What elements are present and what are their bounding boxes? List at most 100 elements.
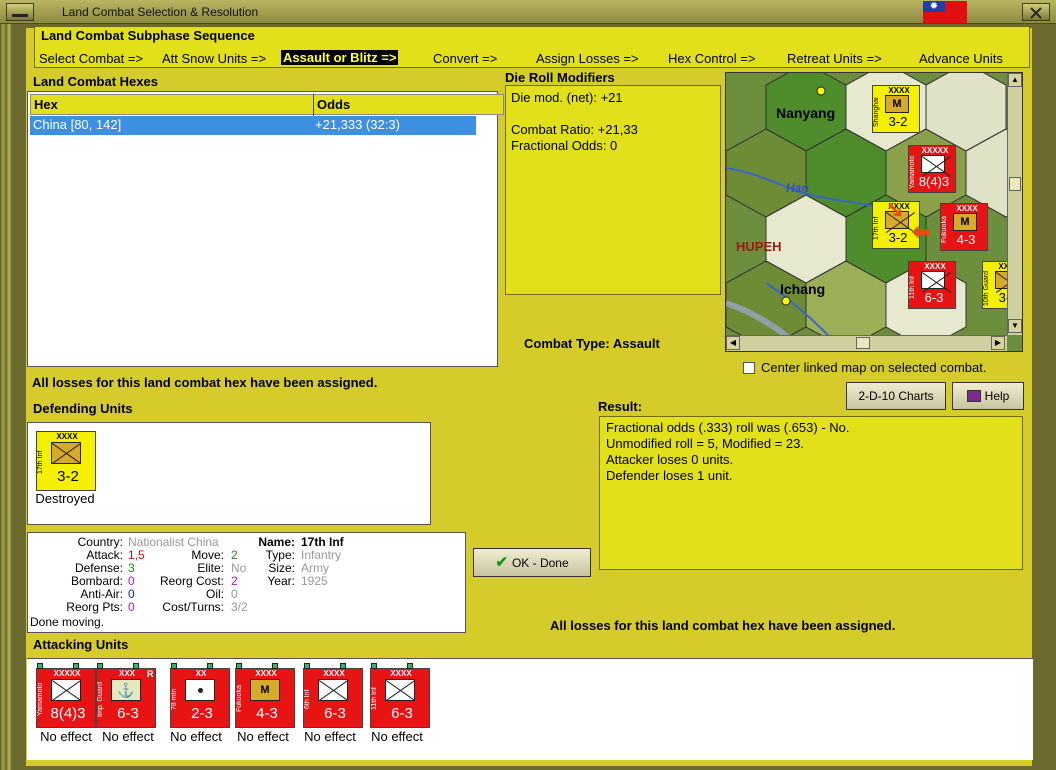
reorgpts-label: Reorg Pts:	[66, 600, 123, 614]
unit-info-panel: Country: Nationalist China Attack: 1,5 D…	[27, 532, 466, 633]
linked-map[interactable]: Nanyang Han HUPEH Ichang XXXX Shanghai M…	[725, 72, 1023, 352]
modifier-line: Fractional Odds: 0	[511, 138, 618, 153]
hex-cell: China [80, 142]	[33, 117, 122, 132]
title-bar[interactable]: Land Combat Selection & Resolution ✹	[0, 0, 1056, 24]
defending-units-title: Defending Units	[33, 401, 133, 416]
die-roll-modifiers-title: Die Roll Modifiers	[505, 70, 615, 85]
table-row[interactable]: China [80, 142] +21,333 (32:3)	[30, 116, 476, 135]
attacking-unit-counter[interactable]: XXXX 6th Inf 6-3	[303, 663, 363, 728]
help-label: Help	[984, 389, 1010, 403]
reorgcost-value: 2	[231, 574, 238, 588]
scroll-thumb[interactable]	[856, 337, 870, 349]
year-label: Year:	[267, 574, 295, 588]
step-convert[interactable]: Convert =>	[433, 51, 497, 66]
counter-strength: 6-3	[391, 705, 413, 722]
counter-size: XXXX	[924, 262, 946, 271]
map-horizontal-scrollbar[interactable]: ◀ ▶	[726, 335, 1007, 351]
step-retreat-units[interactable]: Retreat Units =>	[787, 51, 882, 66]
column-odds[interactable]: Odds	[317, 97, 350, 112]
ok-done-button[interactable]: ✔ OK - Done	[473, 548, 591, 577]
attacking-unit-counter[interactable]: XXXX Fukuoka M 4-3	[235, 663, 295, 728]
map-counter[interactable]: XXXXX Yamamoto 8(4)3	[908, 145, 956, 193]
counter-size: XXXX	[888, 86, 910, 95]
costturns-value: 3/2	[231, 600, 248, 614]
step-hex-control[interactable]: Hex Control =>	[668, 51, 755, 66]
country-value: Nationalist China	[128, 535, 219, 549]
reorgpts-value: 0	[128, 600, 135, 614]
column-hex[interactable]: Hex	[34, 97, 58, 112]
counter-size: XXXX	[323, 669, 345, 678]
combat-type-label: Combat Type:	[524, 336, 610, 351]
nationalist-china-flag-icon: ✹	[923, 1, 967, 23]
counter-size: XXX	[118, 669, 135, 678]
attacking-unit-counter[interactable]: XXXX 11th Inf 6-3	[370, 663, 430, 728]
step-att-snow-units[interactable]: Att Snow Units =>	[162, 51, 266, 66]
attack-arrow-icon: ➘	[886, 197, 905, 222]
checkbox-icon[interactable]	[743, 362, 755, 374]
help-button[interactable]: Help	[952, 382, 1024, 410]
counter-strength: 4-3	[956, 232, 976, 247]
country-label: Country:	[77, 535, 123, 549]
status-marker-icon	[97, 663, 103, 669]
attacking-unit-counter[interactable]: XX 78 mtn 2-3	[170, 663, 230, 728]
counter-strength: 8(4)3	[50, 705, 86, 722]
subphase-title: Land Combat Subphase Sequence	[41, 28, 255, 43]
reserve-flag: R	[147, 669, 154, 679]
elite-label: Elite:	[197, 561, 224, 575]
attacking-unit-counter[interactable]: XXX R Imp. Guard ⚓ 6-3	[96, 663, 156, 728]
counter-strength: 8(4)3	[918, 174, 950, 189]
combat-type-value: Assault	[612, 336, 660, 351]
move-value: 2	[231, 548, 238, 562]
counter-size: XXXX	[56, 432, 78, 441]
infantry-symbol-icon	[385, 679, 415, 701]
close-button[interactable]	[1022, 3, 1050, 21]
result-line: Fractional odds (.333) roll was (.653) -…	[606, 420, 850, 435]
infantry-symbol-icon	[318, 679, 348, 701]
losses-assigned-message: All losses for this land combat hex have…	[32, 375, 378, 390]
system-menu-button[interactable]	[6, 3, 34, 21]
step-select-combat[interactable]: Select Combat =>	[39, 51, 143, 66]
modifier-line: Combat Ratio: +21,33	[511, 122, 638, 137]
scroll-left-icon[interactable]: ◀	[726, 336, 740, 350]
attacking-unit-status: No effect	[304, 729, 356, 744]
attacking-unit-counter[interactable]: XXXXX Yamamoto 8(4)3	[36, 663, 96, 728]
step-assault-or-blitz[interactable]: Assault or Blitz =>	[281, 50, 399, 65]
attack-value: 1,5	[128, 548, 145, 562]
scroll-thumb[interactable]	[1009, 177, 1021, 191]
map-counter[interactable]: XXXX 11th Inf 6-3	[908, 261, 956, 309]
attack-value-b: ,5	[134, 548, 145, 562]
attacking-unit-status: No effect	[102, 729, 154, 744]
antiair-value: 0	[128, 587, 135, 601]
column-divider	[313, 95, 314, 116]
center-map-label: Center linked map on selected combat.	[761, 360, 987, 375]
scroll-up-icon[interactable]: ▲	[1008, 73, 1022, 87]
charts-button[interactable]: 2-D-10 Charts	[846, 382, 946, 410]
type-label: Type:	[265, 548, 295, 562]
unit-status: Done moving.	[30, 615, 105, 629]
infantry-symbol-icon	[51, 679, 81, 701]
reorgcost-label: Reorg Cost:	[159, 574, 224, 588]
attacking-unit-status: No effect	[170, 729, 222, 744]
antiair-label: Anti-Air:	[80, 587, 123, 601]
map-counter[interactable]: XXXX Shanghai M 3-2	[872, 85, 920, 133]
losses-assigned-message-2: All losses for this land combat hex have…	[550, 618, 896, 633]
map-counter[interactable]: XXXX Fukuoka M 4-3	[940, 203, 988, 251]
bombard-label: Bombard:	[70, 574, 123, 588]
scroll-right-icon[interactable]: ▶	[991, 336, 1005, 350]
checkmark-icon: ✔	[495, 554, 508, 571]
status-marker-icon	[304, 663, 310, 669]
attacking-unit-status: No effect	[40, 729, 92, 744]
combat-hexes-list[interactable]: Hex Odds China [80, 142] +21,333 (32:3)	[27, 91, 504, 367]
counter-strength: 6-3	[924, 290, 944, 305]
defending-unit-counter[interactable]: XXXX 17th Inf 3-2	[36, 431, 96, 491]
combat-hexes-title: Land Combat Hexes	[33, 74, 158, 89]
step-assign-losses[interactable]: Assign Losses =>	[536, 51, 639, 66]
counter-strength: 6-3	[117, 705, 139, 722]
result-line: Attacker loses 0 units.	[606, 452, 734, 467]
scroll-down-icon[interactable]: ▼	[1008, 319, 1022, 333]
step-advance-units[interactable]: Advance Units	[919, 51, 1003, 66]
center-map-checkbox[interactable]: Center linked map on selected combat.	[743, 360, 986, 375]
map-vertical-scrollbar[interactable]: ▲ ▼	[1007, 73, 1022, 335]
oil-label: Oil:	[206, 587, 224, 601]
odds-cell: +21,333 (32:3)	[315, 117, 400, 132]
